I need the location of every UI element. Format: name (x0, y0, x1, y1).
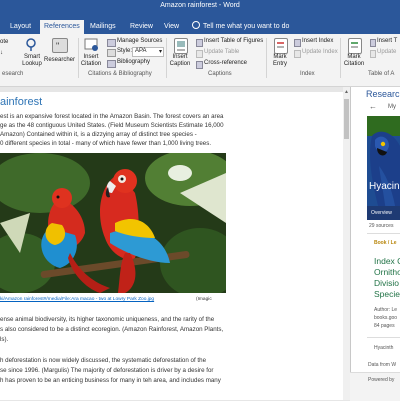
group-research: esearch (2, 71, 24, 77)
paragraph-line: Amazon) Contained within it, is a dizzyi… (0, 131, 197, 138)
divider (367, 233, 400, 234)
tab-layout[interactable]: Layout (6, 20, 35, 34)
group-captions: Captions (208, 71, 232, 77)
divider (367, 337, 400, 338)
style-value: APA (135, 48, 147, 54)
research-hero-title: Hyacin (369, 181, 400, 192)
divider (266, 38, 267, 78)
insert-citation-label-2[interactable]: Citation (78, 61, 104, 67)
manage-sources-button[interactable]: Manage Sources (117, 38, 162, 44)
researcher-button[interactable]: Researcher (44, 57, 75, 63)
group-table-of-authorities: Table of A (368, 71, 395, 77)
update-toa-button[interactable]: Update (377, 49, 396, 55)
mark-entry-label-2[interactable]: Entry (269, 61, 291, 67)
result-title-line[interactable]: Species (374, 289, 400, 299)
style-dropdown[interactable]: APA ▾ (132, 47, 164, 57)
table-of-figures-icon (196, 39, 203, 47)
paragraph-line: h has proven to be an enticing business … (0, 377, 221, 384)
mark-entry-label-1[interactable]: Mark (269, 54, 291, 60)
document-heading: ainforest (0, 96, 43, 108)
tab-mailings[interactable]: Mailings (86, 20, 120, 34)
result-type-label: Book / Le (374, 240, 397, 246)
paragraph-line: h deforestation is now widely discussed,… (0, 357, 207, 364)
scrollbar-thumb[interactable] (344, 99, 349, 139)
insert-caption-icon[interactable] (174, 38, 188, 54)
insert-caption-label-1[interactable]: Insert (168, 54, 192, 60)
smart-lookup-label-1[interactable]: Smart (22, 54, 42, 60)
tab-review[interactable]: Review (126, 20, 157, 34)
insert-toa-button[interactable]: Insert T (377, 38, 397, 44)
update-table-icon (196, 50, 203, 58)
tab-references[interactable]: References (40, 20, 84, 34)
insert-toa-icon (370, 39, 376, 47)
cross-reference-button[interactable]: Cross-reference (204, 60, 247, 66)
smart-lookup-icon[interactable] (25, 38, 37, 52)
paragraph-line: ense animal biodiversity, its higher tax… (0, 316, 215, 323)
smart-lookup-label-2[interactable]: Lookup (21, 61, 43, 67)
tell-me-label: Tell me what you want to do (203, 23, 290, 30)
bibliography-button[interactable]: Bibliography (117, 59, 150, 65)
image-caption-text: (Imagic (196, 297, 212, 302)
paragraph-line: ls). (0, 336, 9, 343)
paragraph-line: s also considered to be a distinct ecore… (0, 326, 224, 333)
paragraph-line: ge as the 48 contiguous United States. (… (0, 122, 224, 129)
divider (166, 38, 167, 78)
update-index-button[interactable]: Update Index (302, 49, 338, 55)
result-pages: 84 pages (374, 323, 395, 329)
overview-tab[interactable]: Overview (367, 206, 400, 220)
image-caption-link[interactable]: ki/Amazon rainforest#/media/File:Ara mac… (0, 297, 154, 302)
lightbulb-icon (192, 21, 200, 29)
insert-caption-label-2[interactable]: Caption (166, 61, 194, 67)
mark-citation-label-1[interactable]: Mark (343, 54, 365, 60)
style-label: Style: (117, 48, 133, 54)
mark-citation-icon[interactable] (348, 38, 362, 54)
footnote-fragment[interactable]: ote (0, 39, 8, 45)
group-index: Index (300, 71, 315, 77)
insert-index-button[interactable]: Insert Index (302, 38, 333, 44)
result-author: Author: Le (374, 307, 398, 313)
tell-me-box[interactable]: Tell me what you want to do (188, 20, 293, 34)
update-index-icon (294, 50, 301, 58)
research-hero-image[interactable] (367, 116, 400, 220)
result-title-line[interactable]: Ornitho (374, 267, 400, 277)
divider (78, 38, 79, 78)
chevron-down-icon: ▾ (158, 49, 162, 55)
sources-count: 29 sources (369, 223, 394, 229)
result-title-line[interactable]: Divisio (374, 278, 399, 288)
svg-text:": " (56, 41, 59, 51)
mark-citation-label-2[interactable]: Citation (341, 61, 367, 67)
vertical-scrollbar[interactable]: ▲ (343, 87, 350, 400)
style-icon (107, 49, 116, 57)
insert-citation-icon[interactable] (84, 38, 100, 52)
paragraph-line: 0 different species in total - many of w… (0, 140, 212, 147)
my-tab-label[interactable]: My (388, 104, 396, 110)
result-publisher: books.goo (374, 315, 398, 321)
insert-table-of-figures-button[interactable]: Insert Table of Figures (204, 38, 263, 44)
divider (340, 38, 341, 78)
research-pane-title: Research (366, 89, 400, 99)
window-title: Amazon rainforest - Word (160, 2, 240, 9)
update-toa-icon (370, 50, 376, 58)
update-table-button[interactable]: Update Table (204, 49, 239, 55)
insert-index-icon (294, 39, 301, 47)
powered-by-label: Powered by (368, 377, 395, 383)
group-citations: Citations & Bibliography (88, 71, 152, 77)
result-snippet: Hyacinth (374, 345, 394, 351)
result-title-line[interactable]: Index C (374, 256, 400, 266)
paragraph-line: se since 1996. (Margulis) The majority o… (0, 367, 214, 374)
manage-sources-icon (107, 39, 116, 47)
scroll-up-icon[interactable]: ▲ (344, 89, 349, 95)
back-arrow-icon[interactable]: ← (369, 102, 377, 111)
cross-reference-icon (196, 61, 203, 69)
tab-view[interactable]: View (160, 20, 183, 34)
footnote-fragment-icon: ↓ (0, 50, 3, 56)
bibliography-icon (107, 60, 116, 68)
insert-citation-label-1[interactable]: Insert (80, 54, 102, 60)
mark-entry-icon[interactable] (274, 38, 288, 54)
macaw-photo[interactable] (0, 153, 226, 293)
data-source-label: Data from W (368, 362, 397, 368)
paragraph-line: est is an expansive forest located in th… (0, 113, 224, 120)
researcher-icon[interactable]: " (52, 38, 68, 53)
